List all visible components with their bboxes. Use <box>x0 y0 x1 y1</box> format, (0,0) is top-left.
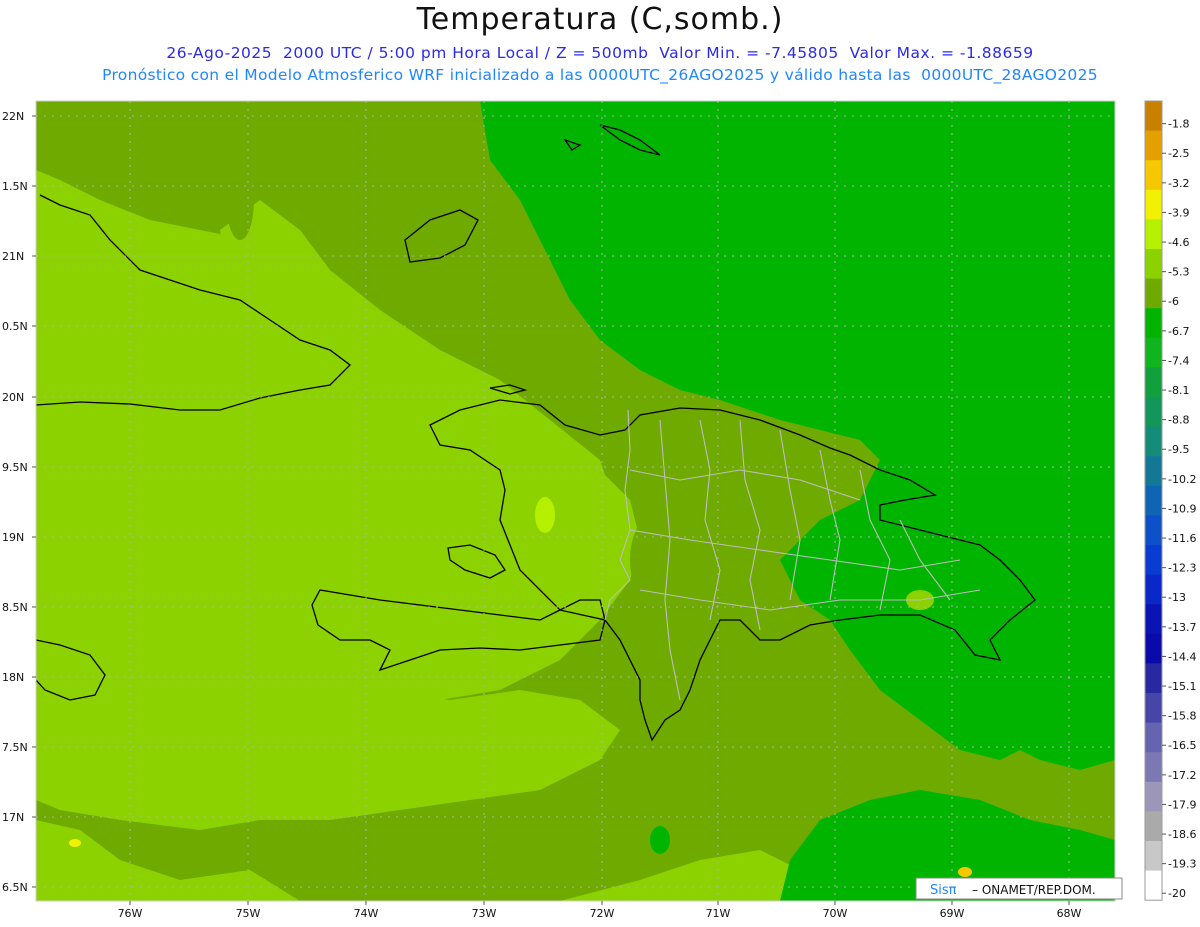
colorbar-swatch <box>1145 367 1162 398</box>
colorbar-label: -2.5 <box>1168 147 1189 160</box>
colorbar-label: -15.8 <box>1168 710 1196 723</box>
colorbar-swatch <box>1145 397 1162 428</box>
colorbar-label: -10.2 <box>1168 473 1196 486</box>
colorbar-label: -3.9 <box>1168 206 1189 219</box>
colorbar-label: -4.6 <box>1168 236 1189 249</box>
latitude-axis: 22N 1.5N 21N 0.5N 20N 9.5N 19N 8.5N 18N … <box>2 110 36 894</box>
colorbar-swatch <box>1145 752 1162 783</box>
longitude-axis: 76W 75W 74W 73W 72W 71W 70W 69W 68W <box>118 901 1082 920</box>
colorbar-swatch <box>1145 130 1162 161</box>
lat-label: 1.5N <box>2 180 28 193</box>
colorbar-swatch <box>1145 160 1162 191</box>
colorbar-label: -17.9 <box>1168 798 1196 811</box>
field-blotch <box>650 826 670 854</box>
colorbar-label: -6.7 <box>1168 325 1189 338</box>
colorbar-swatch <box>1145 456 1162 487</box>
colorbar-label: -5.3 <box>1168 266 1189 279</box>
colorbar-swatch <box>1145 219 1162 250</box>
colorbar-swatch <box>1145 604 1162 635</box>
colorbar-swatch <box>1145 574 1162 605</box>
colorbar-label: -17.2 <box>1168 769 1196 782</box>
colorbar-label: -14.4 <box>1168 650 1196 663</box>
lat-label: 7.5N <box>2 741 28 754</box>
colorbar-label: -8.1 <box>1168 384 1189 397</box>
field-blotch <box>226 160 254 240</box>
colorbar-label: -16.5 <box>1168 739 1196 752</box>
colorbar-swatch <box>1145 515 1162 546</box>
field-blotch <box>69 839 81 847</box>
colorbar-swatch <box>1145 781 1162 812</box>
colorbar-label: -10.9 <box>1168 502 1196 515</box>
colorbar-swatch <box>1145 545 1162 576</box>
lat-label: 19N <box>2 531 24 544</box>
colorbar-swatch <box>1145 663 1162 694</box>
colorbar-label: -7.4 <box>1168 354 1189 367</box>
credit-box: Sisπ – ONAMET/REP.DOM. <box>915 877 1123 900</box>
colorbar-swatch <box>1145 722 1162 753</box>
colorbar-label: -1.8 <box>1168 118 1189 131</box>
lat-label: 8.5N <box>2 601 28 614</box>
colorbar-swatch <box>1145 337 1162 368</box>
lat-label: 0.5N <box>2 320 28 333</box>
field-blotch <box>630 510 690 610</box>
colorbar-swatch <box>1145 426 1162 457</box>
field-blotch <box>736 504 784 576</box>
colorbar-label: -9.5 <box>1168 443 1189 456</box>
colorbar-swatch <box>1145 101 1162 132</box>
lon-label: 68W <box>1057 907 1082 920</box>
colorbar-swatch <box>1145 870 1162 901</box>
lon-label: 70W <box>823 907 848 920</box>
colorbar-swatch <box>1145 249 1162 280</box>
colorbar-label: -8.8 <box>1168 414 1189 427</box>
colorbar-swatch <box>1145 485 1162 516</box>
lon-label: 74W <box>354 907 379 920</box>
lon-label: 69W <box>940 907 965 920</box>
lat-label: 22N <box>2 110 24 123</box>
colorbar-swatch <box>1145 189 1162 220</box>
colorbar-swatch <box>1145 308 1162 339</box>
map-figure: 22N 1.5N 21N 0.5N 20N 9.5N 19N 8.5N 18N … <box>2 100 1196 920</box>
field-blotch <box>535 497 555 533</box>
colorbar-label: -20 <box>1168 887 1186 900</box>
colorbar-label: -6 <box>1168 295 1179 308</box>
colorbar-label: -11.6 <box>1168 532 1196 545</box>
colorbar-swatch <box>1145 633 1162 664</box>
colorbar-swatch <box>1145 278 1162 309</box>
colorbar-swatch <box>1145 693 1162 724</box>
colorbar: -1.8 -2.5 -3.2 -3.9 -4.6 -5.3 -6 -6.7 -7.4 -8.1 -8… <box>1144 100 1196 901</box>
colorbar-swatch <box>1145 811 1162 842</box>
colorbar-label: -13.7 <box>1168 621 1196 634</box>
lat-label: 21N <box>2 250 24 263</box>
credit-sispi: Sisπ <box>930 883 957 898</box>
colorbar-swatch <box>1145 841 1162 872</box>
colorbar-label: -3.2 <box>1168 177 1189 190</box>
colorbar-label: -15.1 <box>1168 680 1196 693</box>
lon-label: 73W <box>472 907 497 920</box>
lat-label: 18N <box>2 671 24 684</box>
lat-label: 6.5N <box>2 881 28 894</box>
lon-label: 76W <box>118 907 143 920</box>
credit-onamet: – ONAMET/REP.DOM. <box>972 883 1096 897</box>
lat-label: 20N <box>2 391 24 404</box>
lon-label: 72W <box>590 907 615 920</box>
colorbar-label: -18.6 <box>1168 828 1196 841</box>
lat-label: 9.5N <box>2 461 28 474</box>
temperature-field <box>36 101 1115 901</box>
colorbar-label: -12.3 <box>1168 562 1196 575</box>
colorbar-label: -13 <box>1168 591 1186 604</box>
lon-label: 75W <box>236 907 261 920</box>
colorbar-label: -19.3 <box>1168 858 1196 871</box>
lon-label: 71W <box>706 907 731 920</box>
lat-label: 17N <box>2 811 24 824</box>
field-blotch <box>958 867 972 877</box>
